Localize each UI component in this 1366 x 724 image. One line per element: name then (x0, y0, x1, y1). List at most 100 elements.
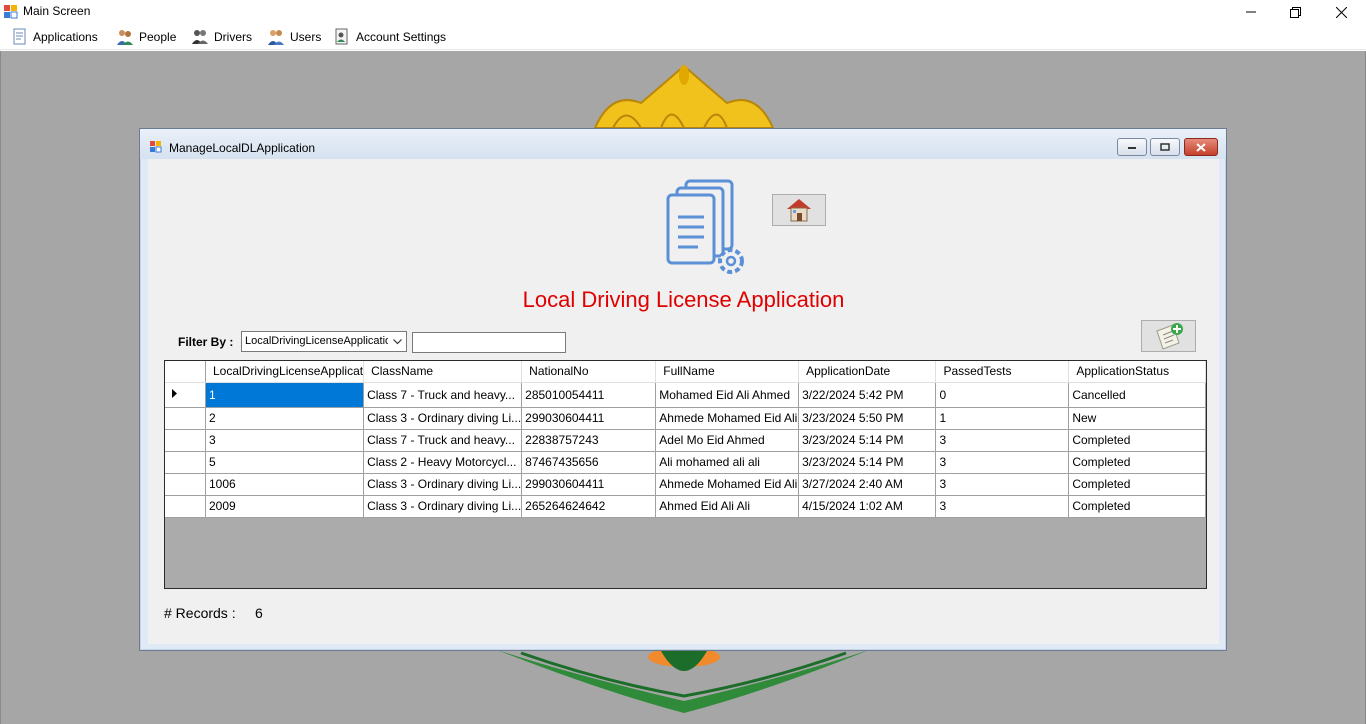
row-selector[interactable] (165, 407, 206, 430)
table-cell[interactable]: Class 3 - Ordinary diving Li... (363, 495, 523, 518)
table-cell[interactable]: Class 3 - Ordinary diving Li... (363, 473, 523, 496)
window-app-icon (150, 141, 162, 153)
filter-selected-value: LocalDrivingLicenseApplicatio (245, 335, 392, 347)
table-cell[interactable]: Class 3 - Ordinary diving Li... (363, 407, 523, 430)
grid-header-row: LocalDrivingLicenseApplicat ClassName Na… (165, 361, 1206, 383)
menu-account-settings[interactable]: Account Settings (333, 26, 446, 48)
table-cell[interactable]: 4/15/2024 1:02 AM (798, 495, 937, 518)
table-cell[interactable]: 3 (935, 495, 1070, 518)
minimize-button[interactable] (1228, 0, 1274, 24)
table-row[interactable]: 3 Class 7 - Truck and heavy... 228387572… (165, 429, 1206, 452)
table-cell[interactable]: Completed (1068, 451, 1206, 474)
row-selector[interactable] (165, 495, 206, 518)
table-cell[interactable]: Ahmede Mohamed Eid Ali (655, 407, 800, 430)
close-button[interactable] (1318, 0, 1364, 24)
child-minimize-button[interactable] (1117, 138, 1147, 156)
table-cell[interactable]: Adel Mo Eid Ahmed (655, 429, 800, 452)
table-cell[interactable]: 1 (935, 407, 1070, 430)
menu-people[interactable]: People (116, 26, 176, 48)
menu-bar: Applications People Drivers Users Accoun… (0, 24, 1366, 50)
restore-button[interactable] (1272, 0, 1318, 24)
table-cell[interactable]: Mohamed Eid Ali Ahmed (655, 382, 800, 408)
table-cell[interactable]: 22838757243 (521, 429, 657, 452)
table-row[interactable]: 1006 Class 3 - Ordinary diving Li... 299… (165, 473, 1206, 496)
table-cell[interactable]: Class 7 - Truck and heavy... (363, 429, 523, 452)
add-application-button[interactable] (1141, 320, 1196, 352)
table-cell[interactable]: 0 (935, 382, 1070, 408)
table-cell[interactable]: 3 (205, 429, 365, 452)
table-cell[interactable]: 2 (205, 407, 365, 430)
table-cell[interactable]: 3 (935, 429, 1070, 452)
menu-users[interactable]: Users (267, 26, 321, 48)
window-title: Main Screen (23, 4, 91, 18)
table-row[interactable]: 5 Class 2 - Heavy Motorcycl... 874674356… (165, 451, 1206, 474)
table-cell[interactable]: 3/23/2024 5:50 PM (798, 407, 937, 430)
table-cell[interactable]: 3/23/2024 5:14 PM (798, 451, 937, 474)
row-selector[interactable] (165, 473, 206, 496)
table-cell[interactable]: 265264624642 (521, 495, 657, 518)
table-cell[interactable]: 5 (205, 451, 365, 474)
table-cell[interactable]: 2009 (205, 495, 365, 518)
table-cell[interactable]: Ahmede Mohamed Eid Ali (655, 473, 800, 496)
menu-people-label: People (139, 30, 177, 44)
table-cell[interactable]: Ahmed Eid Ali Ali (655, 495, 800, 518)
page-title: Local Driving License Application (522, 287, 845, 312)
menu-applications[interactable]: Applications (12, 26, 98, 48)
drivers-icon (192, 30, 208, 44)
child-window-title: ManageLocalDLApplication (169, 141, 316, 155)
maximize-icon (1160, 143, 1170, 151)
table-row[interactable]: 2009 Class 3 - Ordinary diving Li... 265… (165, 495, 1206, 518)
table-row[interactable]: 1 Class 7 - Truck and heavy... 285010054… (165, 382, 1206, 408)
column-header[interactable]: PassedTests (935, 361, 1070, 383)
column-header[interactable]: ClassName (363, 361, 523, 383)
filter-value-input[interactable] (412, 332, 566, 353)
menu-drivers[interactable]: Drivers (191, 26, 252, 48)
app-icon (4, 5, 18, 19)
account-settings-icon (335, 28, 348, 45)
child-content: Local Driving License Application Filter… (148, 159, 1219, 644)
table-cell[interactable]: 3/27/2024 2:40 AM (798, 473, 937, 496)
table-cell[interactable]: 285010054411 (521, 382, 657, 408)
column-header[interactable]: NationalNo (521, 361, 657, 383)
table-cell[interactable]: 1006 (205, 473, 365, 496)
table-cell[interactable]: 3 (935, 473, 1070, 496)
close-icon (1335, 6, 1347, 18)
home-button[interactable] (772, 194, 826, 226)
column-header[interactable]: ApplicationDate (798, 361, 937, 383)
column-header[interactable]: ApplicationStatus (1068, 361, 1206, 383)
table-cell[interactable]: Completed (1068, 495, 1206, 518)
row-selector[interactable] (165, 382, 206, 408)
close-icon (1196, 142, 1206, 152)
menu-account-settings-label: Account Settings (356, 30, 447, 44)
menu-applications-label: Applications (33, 30, 98, 44)
records-label: # Records : (164, 605, 236, 621)
table-cell[interactable]: 3/23/2024 5:14 PM (798, 429, 937, 452)
table-cell[interactable]: 299030604411 (521, 407, 657, 430)
child-close-button[interactable] (1184, 138, 1218, 156)
column-header[interactable]: LocalDrivingLicenseApplicat (205, 361, 365, 383)
table-cell[interactable]: Completed (1068, 473, 1206, 496)
table-cell[interactable]: 299030604411 (521, 473, 657, 496)
column-header[interactable]: FullName (655, 361, 800, 383)
table-cell[interactable]: New (1068, 407, 1206, 430)
table-cell[interactable]: 3 (935, 451, 1070, 474)
records-count: 6 (255, 605, 263, 621)
table-row[interactable]: 2 Class 3 - Ordinary diving Li... 299030… (165, 407, 1206, 430)
table-cell[interactable]: 1 (205, 382, 365, 408)
table-cell[interactable]: Ali mohamed ali ali (655, 451, 800, 474)
row-selector[interactable] (165, 451, 206, 474)
child-maximize-button[interactable] (1150, 138, 1180, 156)
filter-by-select[interactable]: LocalDrivingLicenseApplicatio (241, 331, 407, 352)
table-cell[interactable]: Completed (1068, 429, 1206, 452)
table-cell[interactable]: Class 2 - Heavy Motorcycl... (363, 451, 523, 474)
minimize-icon (1128, 147, 1136, 149)
row-selector[interactable] (165, 429, 206, 452)
applications-grid[interactable]: LocalDrivingLicenseApplicat ClassName Na… (164, 360, 1207, 589)
table-cell[interactable]: 87467435656 (521, 451, 657, 474)
table-cell[interactable]: Class 7 - Truck and heavy... (363, 382, 523, 408)
table-cell[interactable]: 3/22/2024 5:42 PM (798, 382, 937, 408)
restore-icon (1289, 6, 1301, 18)
table-cell[interactable]: Cancelled (1068, 382, 1206, 408)
menu-drivers-label: Drivers (214, 30, 252, 44)
row-header-corner (165, 361, 206, 383)
